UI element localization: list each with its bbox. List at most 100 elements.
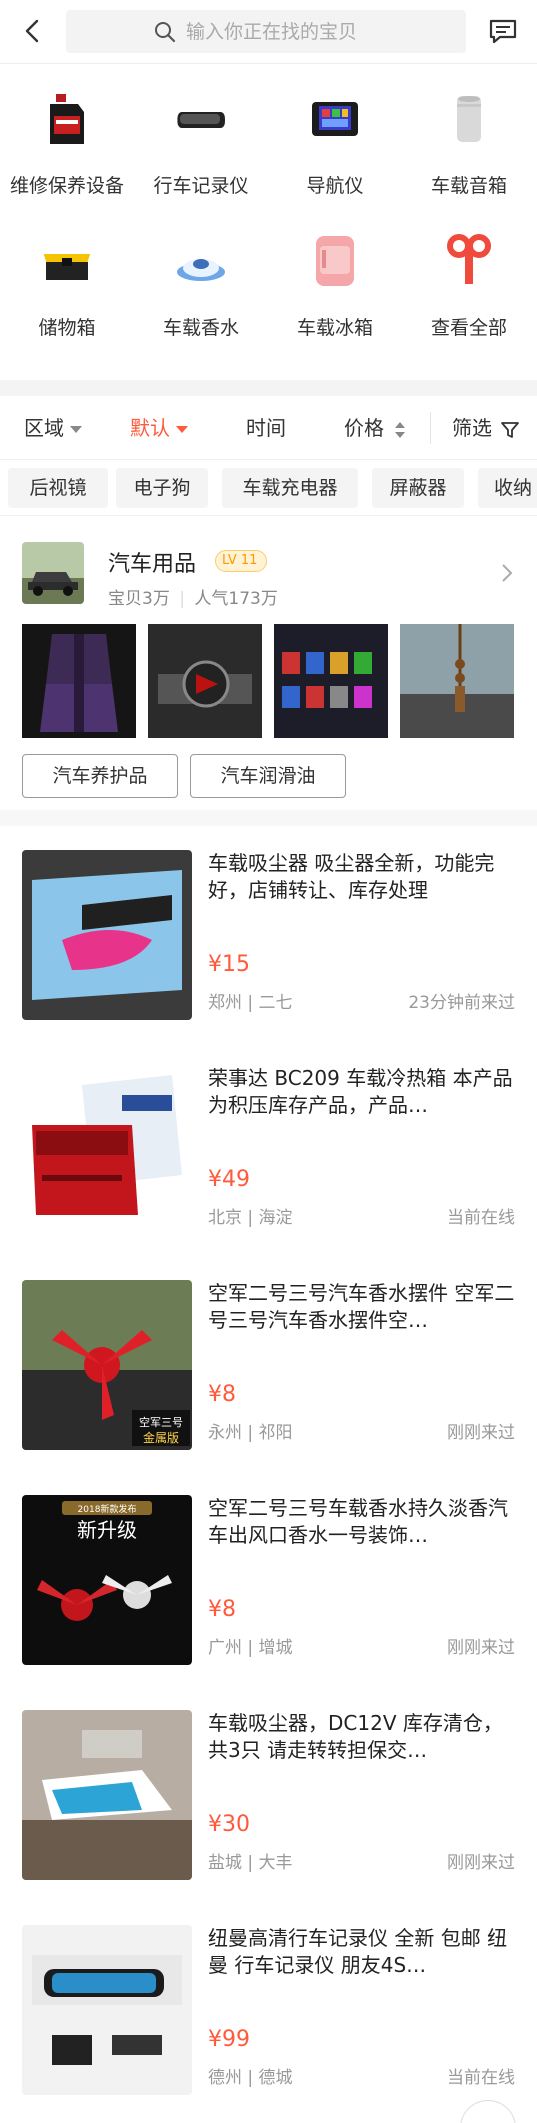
perfume-icon [177,259,225,281]
storage-box-icon [43,254,91,280]
navigator-icon [312,102,358,136]
listing-title: 空军二号三号车载香水持久淡香汽车出风口香水一号装饰… [208,1496,508,1547]
image-caption: 2018新款发布 [78,1503,137,1515]
back-arrow-icon[interactable] [18,16,48,46]
category-label: 车载香水 [162,317,239,339]
category-fridge[interactable]: 车载冰箱 [268,206,402,346]
filter-bar: 区域 默认 时间 价格 筛选 [0,396,537,460]
category-label: 行车记录仪 [153,175,249,197]
image-caption: 空军三号 [139,1415,183,1429]
listing-title: 车载吸尘器 吸尘器全新，功能完好，店铺转让、库存处理 [208,851,495,902]
shop-name: 汽车用品 [108,552,197,577]
shop-thumbnail-seat-cover[interactable] [22,624,136,738]
listing-price: ¥30 [208,1812,250,1837]
shop-card[interactable]: 汽车用品 LV 11 宝贝3万 | 人气173万 汽车养护品 汽车润滑油 [0,520,537,810]
sort-icon [395,421,406,438]
quick-tags: 后视镜 电子狗 车载充电器 屏蔽器 收纳 [0,460,537,516]
category-label: 车载冰箱 [296,317,373,339]
shop-level-badge: LV 11 [215,550,267,572]
speaker-icon [457,96,481,142]
listing-image-handheld-vacuum [22,1710,192,1880]
category-perfume[interactable]: 车载香水 [134,206,268,346]
shop-tag[interactable]: 汽车润滑油 [190,754,346,798]
listing-location: 北京 | 海淀 [208,1208,293,1228]
quick-tag[interactable]: 车载充电器 [222,468,358,508]
message-icon[interactable] [488,18,518,44]
shop-logo [22,542,84,604]
listing-image-vacuum [22,850,192,1020]
image-caption: 新升级 [77,1518,137,1542]
top-bar: 输入你正在找的宝贝 [0,0,537,64]
filter-region[interactable]: 区域 [24,416,82,440]
listing-price: ¥8 [208,1597,236,1622]
listing-last-seen: 当前在线 [447,1208,515,1228]
category-navigator[interactable]: 导航仪 [268,64,402,204]
listing-location: 德州 | 德城 [208,2068,293,2088]
listing-location: 郑州 | 二七 [208,993,293,1013]
filter-divider [430,412,431,444]
shop-popularity: 人气173万 [194,589,278,609]
quick-tag[interactable]: 电子狗 [116,468,208,508]
shop-thumbnail-phone-holder[interactable] [148,624,262,738]
listing-location: 永州 | 祁阳 [208,1423,293,1443]
category-label: 车载音箱 [430,175,507,197]
listing-price: ¥15 [208,952,250,977]
shop-thumbnails [22,624,516,738]
listing-price: ¥99 [208,2027,250,2052]
filter-button[interactable]: 筛选 [452,416,520,440]
listing-last-seen: 当前在线 [447,2068,515,2088]
listing-price: ¥8 [208,1382,236,1407]
listing-image-dashcam [22,1925,192,2095]
quick-tag[interactable]: 收纳 [478,468,537,508]
category-grid: 维修保养设备 行车记录仪 导航仪 车载音箱 储物箱 车载香水 车载冰箱 查看全部 [0,64,537,380]
chevron-right-icon[interactable] [500,562,514,584]
fridge-icon [316,236,354,286]
listing-image-vent-perfume: 2018新款发布 新升级 [22,1495,192,1665]
category-speaker[interactable]: 车载音箱 [402,64,536,204]
listing-price: ¥49 [208,1167,250,1192]
listing-last-seen: 刚刚来过 [447,1638,515,1658]
filter-default[interactable]: 默认 [130,416,188,440]
listing-image-air-freshener: 空军三号 金属版 [22,1280,192,1450]
quick-tag[interactable]: 后视镜 [8,468,108,508]
listing-card[interactable]: 纽曼高清行车记录仪 全新 包邮 纽曼 行车记录仪 朋友4S… ¥99 德州 | … [0,1925,537,2123]
listing-card[interactable]: 车载吸尘器 吸尘器全新，功能完好，店铺转让、库存处理 ¥15 郑州 | 二七 2… [0,850,537,1064]
listing-title: 纽曼高清行车记录仪 全新 包邮 纽曼 行车记录仪 朋友4S… [208,1926,508,1977]
image-caption: 金属版 [143,1430,179,1445]
listing-card[interactable]: 荣事达 BC209 车载冷热箱 本产品为积压库存产品，产品… ¥49 北京 | … [0,1065,537,1279]
shop-tag[interactable]: 汽车养护品 [22,754,178,798]
section-divider [0,810,537,826]
search-icon [155,22,176,43]
listing-last-seen: 23分钟前来过 [408,993,515,1013]
listing-card[interactable]: 空军三号 金属版 空军二号三号汽车香水摆件 空军二号三号汽车香水摆件空… ¥8 … [0,1280,537,1494]
category-maintenance[interactable]: 维修保养设备 [0,64,134,204]
shop-thumbnail-hanging-ornament[interactable] [400,624,514,738]
category-dashcam[interactable]: 行车记录仪 [134,64,268,204]
listing-last-seen: 刚刚来过 [447,1853,515,1873]
filter-price[interactable]: 价格 [344,416,406,440]
listing-card[interactable]: 车载吸尘器，DC12V 库存清仓，共3只 请走转转担保交… ¥30 盐城 | 大… [0,1710,537,1924]
search-input[interactable]: 输入你正在找的宝贝 [66,10,466,53]
shop-stats: 宝贝3万 | 人气173万 [108,589,278,609]
dropdown-icon [176,426,188,433]
listing-card[interactable]: 2018新款发布 新升级 空军二号三号车载香水持久淡香汽车出风口香水一号装饰… … [0,1495,537,1709]
dropdown-icon [70,426,82,433]
listing-location: 广州 | 增城 [208,1638,293,1658]
category-label: 导航仪 [306,175,364,197]
category-label: 查看全部 [430,317,507,339]
section-divider [0,380,537,396]
listing-location: 盐城 | 大丰 [208,1853,293,1873]
shop-thumbnail-figurines[interactable] [274,624,388,738]
engine-oil-icon [50,94,84,144]
filter-time[interactable]: 时间 [246,416,286,440]
shop-item-count: 宝贝3万 [108,589,170,609]
funnel-icon [501,421,520,438]
dashcam-icon [177,112,225,128]
view-all-icon [447,234,491,284]
listing-last-seen: 刚刚来过 [447,1423,515,1443]
listing-title: 车载吸尘器，DC12V 库存清仓，共3只 请走转转担保交… [208,1711,503,1762]
quick-tag[interactable]: 屏蔽器 [372,468,464,508]
category-storage-box[interactable]: 储物箱 [0,206,134,346]
category-view-all[interactable]: 查看全部 [402,206,536,346]
listing-title: 荣事达 BC209 车载冷热箱 本产品为积压库存产品，产品… [208,1066,513,1117]
